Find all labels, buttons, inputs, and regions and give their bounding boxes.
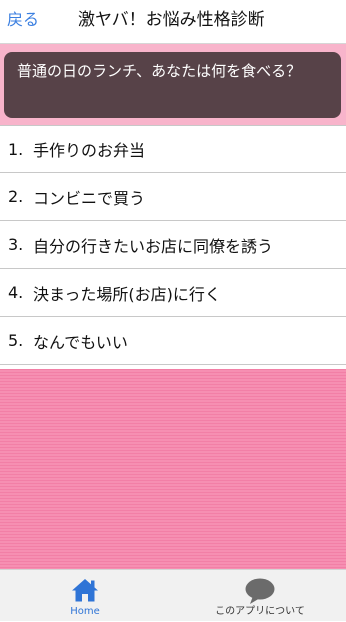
answer-number: 3.	[8, 235, 24, 254]
answer-item-1[interactable]: 1. 手作りのお弁当	[0, 125, 346, 173]
question-text: 普通の日のランチ、あなたは何を食べる？	[17, 62, 302, 80]
answer-item-5[interactable]: 5. なんでもいい	[0, 317, 346, 365]
back-button[interactable]: 戻る	[7, 10, 39, 30]
page-title: 激ヤバ！お悩み性格診断	[78, 10, 265, 30]
home-icon	[71, 577, 99, 607]
answer-text: なんでもいい	[33, 332, 128, 352]
answer-item-2[interactable]: 2. コンビニで買う	[0, 173, 346, 221]
answer-text: 決まった場所(お店)に行く	[33, 284, 221, 304]
answer-number: 1.	[8, 139, 24, 159]
answer-text: コンビニで買う	[33, 188, 146, 208]
answer-list: 1. 手作りのお弁当 2. コンビニで買う 3. 自分の行きたいお店に同僚を誘う…	[0, 125, 346, 365]
question-box: 普通の日のランチ、あなたは何を食べる？	[4, 52, 341, 118]
answer-text: 手作りのお弁当	[33, 141, 146, 160]
pink-background-area	[0, 369, 346, 569]
answer-item-3[interactable]: 3. 自分の行きたいお店に同僚を誘う	[0, 221, 346, 269]
tab-about[interactable]: このアプリについて	[200, 570, 320, 622]
bottom-tab-bar: Home このアプリについて	[0, 569, 346, 621]
answer-text: 自分の行きたいお店に同僚を誘う	[33, 236, 274, 256]
answer-number: 4.	[8, 283, 24, 302]
tab-home[interactable]: Home	[40, 570, 130, 622]
answer-number: 2.	[8, 187, 24, 206]
tab-home-label: Home	[70, 606, 100, 617]
answer-number: 5.	[8, 331, 24, 350]
app-header: 戻る 激ヤバ！お悩み性格診断	[0, 0, 346, 44]
answer-item-4[interactable]: 4. 決まった場所(お店)に行く	[0, 269, 346, 317]
speech-bubble-icon	[244, 577, 276, 609]
tab-about-label: このアプリについて	[215, 606, 305, 617]
